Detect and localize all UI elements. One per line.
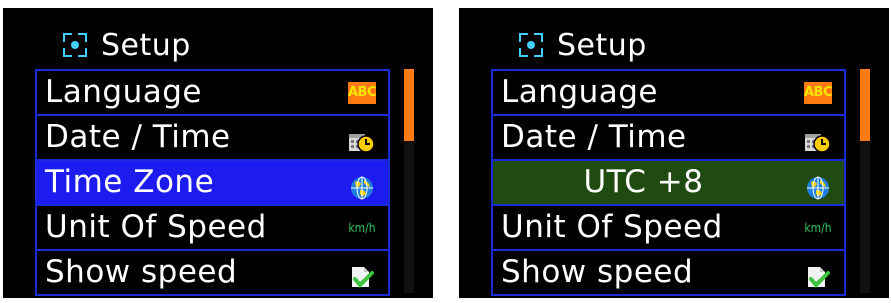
- setup-header: Setup: [519, 26, 647, 64]
- menu-item-label: Unit Of Speed: [501, 209, 723, 245]
- setup-icon: [519, 33, 543, 57]
- setup-icon: [63, 33, 87, 57]
- checkmark-doc-icon: [348, 260, 376, 288]
- abc-icon: ABC: [348, 82, 377, 104]
- abc-icon: ABC: [804, 82, 833, 104]
- menu-item-time-zone[interactable]: Time Zone: [37, 161, 388, 206]
- globe-icon: [804, 170, 832, 200]
- calendar-clock-icon: [804, 125, 832, 153]
- menu-item-label: Language: [501, 74, 658, 110]
- menu-item-show-speed[interactable]: Show speed: [37, 251, 388, 296]
- menu-item-label: Date / Time: [45, 119, 231, 155]
- scroll-thumb[interactable]: [404, 69, 414, 141]
- kmh-icon: km/h: [804, 221, 832, 235]
- time-zone-value-editor[interactable]: UTC +8: [493, 161, 844, 206]
- checkmark-doc-icon: [804, 260, 832, 288]
- kmh-icon: km/h: [348, 221, 376, 235]
- menu-item-unit-of-speed[interactable]: Unit Of Speed km/h: [37, 206, 388, 251]
- menu-item-unit-of-speed[interactable]: Unit Of Speed km/h: [493, 206, 844, 251]
- menu-item-label: Show speed: [501, 254, 694, 290]
- setup-menu: Language ABC Date / Time Time Zone Unit …: [35, 69, 390, 296]
- time-zone-value: UTC +8: [583, 164, 704, 200]
- scrollbar[interactable]: [860, 69, 870, 293]
- setup-title: Setup: [101, 27, 191, 63]
- menu-item-show-speed[interactable]: Show speed: [493, 251, 844, 296]
- menu-item-date-time[interactable]: Date / Time: [37, 116, 388, 161]
- menu-item-language[interactable]: Language ABC: [37, 71, 388, 116]
- globe-icon: [348, 170, 376, 200]
- setup-menu: Language ABC Date / Time UTC +8 Unit Of …: [491, 69, 846, 296]
- menu-item-label: Show speed: [45, 254, 238, 290]
- setup-screen-right: Setup Language ABC Date / Time UTC +8 Un…: [459, 8, 889, 298]
- setup-title: Setup: [557, 27, 647, 63]
- menu-item-date-time[interactable]: Date / Time: [493, 116, 844, 161]
- setup-screen-left: Setup Language ABC Date / Time Time Zone…: [3, 8, 433, 298]
- setup-header: Setup: [63, 26, 191, 64]
- scroll-thumb[interactable]: [860, 69, 870, 141]
- menu-item-label: Language: [45, 74, 202, 110]
- menu-item-language[interactable]: Language ABC: [493, 71, 844, 116]
- menu-item-label: Time Zone: [45, 164, 215, 200]
- scrollbar[interactable]: [404, 69, 414, 293]
- menu-item-label: Date / Time: [501, 119, 687, 155]
- menu-item-label: Unit Of Speed: [45, 209, 267, 245]
- calendar-clock-icon: [348, 125, 376, 153]
